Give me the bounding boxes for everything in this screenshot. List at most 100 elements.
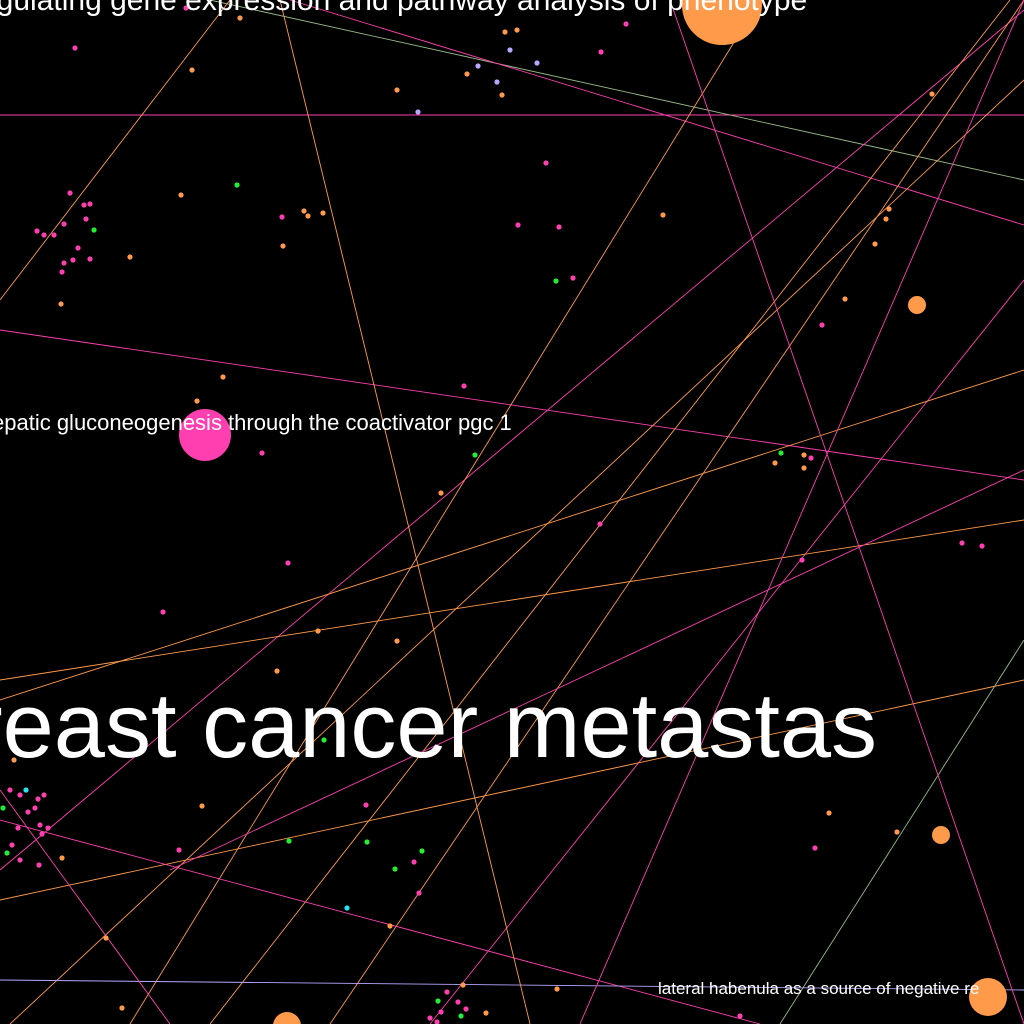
node-61: [801, 465, 807, 471]
node-4: [502, 29, 508, 35]
node-27: [301, 208, 307, 214]
node-112: [458, 1013, 464, 1019]
node-65: [799, 557, 805, 563]
node-78: [17, 792, 23, 798]
node-104: [387, 923, 393, 929]
node-9: [464, 71, 470, 77]
edge-5: [9, 79, 1024, 1024]
node-50: [58, 301, 64, 307]
node-110: [463, 1006, 469, 1012]
node-26: [279, 214, 285, 220]
node-82: [15, 825, 21, 831]
edge-18: [579, 0, 1024, 1024]
node-98: [176, 847, 182, 853]
node-28: [305, 213, 311, 219]
node-23: [819, 322, 825, 328]
edge-17: [169, 469, 1024, 871]
node-17: [543, 160, 549, 166]
node-60: [772, 460, 778, 466]
node-94: [894, 829, 900, 835]
node-46: [87, 256, 93, 262]
node-62: [597, 521, 603, 527]
edge-21: [669, 0, 1024, 1024]
node-20: [883, 216, 889, 222]
node-40: [91, 227, 97, 233]
node-5: [514, 27, 520, 33]
node-103: [344, 905, 350, 911]
node-117: [737, 1013, 743, 1019]
hub-node-2: [908, 296, 926, 314]
node-0: [72, 45, 78, 51]
node-19: [886, 206, 892, 212]
node-63: [959, 540, 965, 546]
node-38: [83, 216, 89, 222]
node-35: [67, 190, 73, 196]
edge-7: [129, 0, 761, 1024]
node-49: [127, 254, 133, 260]
node-114: [434, 1019, 440, 1024]
hub-node-5: [273, 1012, 301, 1024]
node-55: [472, 452, 478, 458]
node-22: [842, 296, 848, 302]
node-87: [4, 850, 10, 856]
node-88: [17, 857, 23, 863]
node-10: [494, 79, 500, 85]
node-53: [461, 383, 467, 389]
hub-node-3: [932, 826, 950, 844]
node-75: [23, 787, 29, 793]
node-109: [455, 999, 461, 1005]
node-101: [392, 866, 398, 872]
node-64: [979, 543, 985, 549]
node-8: [475, 63, 481, 69]
node-58: [801, 452, 807, 458]
node-89: [36, 862, 42, 868]
node-56: [438, 490, 444, 496]
node-57: [778, 450, 784, 456]
node-92: [363, 802, 369, 808]
node-108: [435, 998, 441, 1004]
node-79: [32, 805, 38, 811]
cluster-label-top: regulating gene expression and pathway a…: [0, 0, 808, 17]
node-68: [315, 628, 321, 634]
node-3: [189, 67, 195, 73]
edge-3: [0, 329, 1024, 481]
node-59: [808, 455, 814, 461]
node-34: [553, 278, 559, 284]
node-74: [7, 787, 13, 793]
node-113: [427, 1015, 433, 1021]
node-37: [87, 201, 93, 207]
node-80: [25, 809, 31, 815]
cluster-label-middle: epatic gluconeogenesis through the coact…: [0, 410, 512, 435]
node-15: [623, 21, 629, 27]
node-77: [35, 796, 41, 802]
node-70: [274, 668, 280, 674]
node-13: [394, 87, 400, 93]
node-30: [280, 243, 286, 249]
network-canvas: regulating gene expression and pathway a…: [0, 0, 1024, 1024]
node-layer: [0, 0, 1007, 1024]
node-51: [220, 374, 226, 380]
node-32: [556, 224, 562, 230]
edge-4: [0, 0, 231, 301]
node-12: [415, 109, 421, 115]
edge-8: [209, 0, 1011, 1024]
node-91: [199, 803, 205, 809]
node-76: [41, 792, 47, 798]
edge-layer: [0, 0, 1024, 1024]
node-24: [234, 182, 240, 188]
node-116: [554, 986, 560, 992]
edge-9: [329, 0, 1024, 1024]
edge-1: [209, 0, 1024, 181]
node-29: [320, 210, 326, 216]
node-43: [51, 232, 57, 238]
node-66: [285, 560, 291, 566]
node-7: [534, 60, 540, 66]
node-84: [45, 825, 51, 831]
node-48: [59, 269, 65, 275]
network-graph: [0, 0, 1024, 1024]
node-36: [81, 202, 87, 208]
node-106: [460, 982, 466, 988]
node-16: [929, 91, 935, 97]
node-83: [37, 822, 43, 828]
edge-2: [289, 0, 1024, 226]
